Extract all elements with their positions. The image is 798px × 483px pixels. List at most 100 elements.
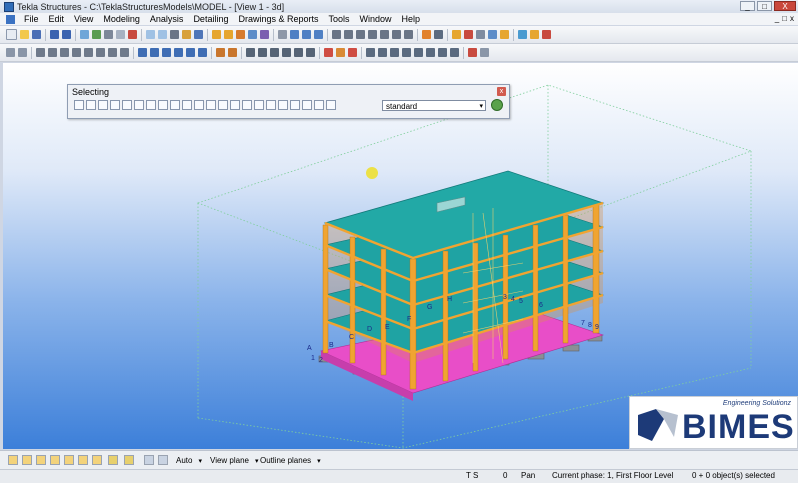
select-components-icon[interactable] [86, 100, 96, 110]
doc-close-button[interactable]: x [790, 14, 794, 23]
rotate-icon[interactable] [290, 30, 299, 39]
properties-icon[interactable] [104, 30, 113, 39]
menu-drawings-reports[interactable]: Drawings & Reports [233, 14, 323, 24]
numbering-icon[interactable] [212, 30, 221, 39]
snap-reference-icon[interactable] [158, 455, 168, 465]
print-icon[interactable] [80, 30, 89, 39]
construction-circle-icon[interactable] [450, 48, 459, 57]
phase-icon[interactable] [476, 30, 485, 39]
pour-object-icon[interactable] [426, 48, 435, 57]
menu-window[interactable]: Window [355, 14, 397, 24]
selection-filter-dropdown[interactable]: standard ▾ [382, 100, 486, 111]
plane-dropdown[interactable]: View plane ▾ [210, 455, 259, 466]
select-pour-icon[interactable] [242, 100, 252, 110]
select-views-icon[interactable] [182, 100, 192, 110]
view-list-icon[interactable] [158, 30, 167, 39]
grid-icon[interactable] [332, 30, 341, 39]
beam-icon[interactable] [434, 30, 443, 39]
view-icon[interactable] [146, 30, 155, 39]
construction-line-icon[interactable] [438, 48, 447, 57]
weld-polygon-icon[interactable] [414, 48, 423, 57]
report-icon[interactable] [236, 30, 245, 39]
cut-part-icon[interactable] [246, 48, 255, 57]
orthogonal-beam-icon[interactable] [174, 48, 183, 57]
snap-any-icon[interactable] [124, 455, 134, 465]
menu-view[interactable]: View [69, 14, 98, 24]
close-button[interactable]: X [774, 1, 796, 11]
select-loads-icon[interactable] [254, 100, 264, 110]
select-assembly-icon[interactable] [290, 100, 300, 110]
select-icon[interactable] [278, 30, 287, 39]
tools-icon[interactable] [542, 30, 551, 39]
select-switch-icon[interactable] [8, 455, 18, 465]
outline-dropdown[interactable]: Outline planes ▾ [260, 455, 321, 466]
fitting-icon[interactable] [228, 48, 237, 57]
clash-check-icon[interactable] [248, 30, 257, 39]
select-component-objects-icon[interactable] [314, 100, 324, 110]
steel-column-icon[interactable] [138, 48, 147, 57]
paste-icon[interactable] [182, 30, 191, 39]
copy-icon[interactable] [116, 30, 125, 39]
menu-detailing[interactable]: Detailing [188, 14, 233, 24]
delete-icon[interactable] [128, 30, 137, 39]
minimize-button[interactable]: _ [740, 1, 755, 11]
panel-icon[interactable] [96, 48, 105, 57]
select-filter-icon[interactable] [326, 100, 336, 110]
contour-plate-icon[interactable] [120, 48, 129, 57]
select-cuts-icon[interactable] [170, 100, 180, 110]
plane-icon[interactable] [380, 30, 389, 39]
polygon-cut-icon[interactable] [270, 48, 279, 57]
axis-icon[interactable] [344, 30, 353, 39]
create-line-icon[interactable] [18, 48, 27, 57]
snap-perpendicular-icon[interactable] [78, 455, 88, 465]
select-planes-icon[interactable] [158, 100, 168, 110]
concrete-beam-icon[interactable] [72, 48, 81, 57]
snapshot-icon[interactable] [92, 30, 101, 39]
snap-mid-icon[interactable] [50, 455, 60, 465]
drawing-list-icon[interactable] [224, 30, 233, 39]
polybeam-icon[interactable] [84, 48, 93, 57]
bar-group-icon[interactable] [336, 48, 345, 57]
pan-icon[interactable] [302, 30, 311, 39]
open-model-icon[interactable] [20, 30, 29, 39]
menu-file[interactable]: File [19, 14, 44, 24]
chamfer-icon[interactable] [282, 48, 291, 57]
template-icon[interactable] [260, 30, 269, 39]
snap-geometry-icon[interactable] [144, 455, 154, 465]
line-icon[interactable] [368, 30, 377, 39]
undo-icon[interactable] [50, 30, 59, 39]
select-surface-icon[interactable] [110, 100, 120, 110]
snap-intersection-icon[interactable] [64, 455, 74, 465]
select-gridlines-icon[interactable] [146, 100, 156, 110]
menu-modeling[interactable]: Modeling [98, 14, 145, 24]
curved-beam-icon[interactable] [186, 48, 195, 57]
catalog-icon[interactable] [530, 30, 539, 39]
filter-settings-icon[interactable] [491, 99, 503, 111]
select-construction-icon[interactable] [266, 100, 276, 110]
concrete-column-icon[interactable] [60, 48, 69, 57]
menu-tools[interactable]: Tools [324, 14, 355, 24]
menu-edit[interactable]: Edit [44, 14, 70, 24]
save-icon[interactable] [32, 30, 41, 39]
column-icon[interactable] [422, 30, 431, 39]
select-object-icon[interactable] [278, 100, 288, 110]
new-model-icon[interactable] [6, 29, 17, 40]
twin-profile-icon[interactable] [162, 48, 171, 57]
surface-treatment-icon[interactable] [390, 48, 399, 57]
add-to-assembly-icon[interactable] [294, 48, 303, 57]
cut-icon[interactable] [170, 30, 179, 39]
render-icon[interactable] [314, 30, 323, 39]
point-icon[interactable] [356, 30, 365, 39]
edge-chamfer-icon[interactable] [402, 48, 411, 57]
select-points-icon[interactable] [122, 100, 132, 110]
menu-analysis[interactable]: Analysis [145, 14, 189, 24]
mesh-icon[interactable] [348, 48, 357, 57]
combine-icon[interactable] [378, 48, 387, 57]
bolt-icon[interactable] [216, 48, 225, 57]
snap-depth-dropdown[interactable]: Auto ▾ [176, 455, 202, 466]
select-nested-icon[interactable] [302, 100, 312, 110]
measure-icon[interactable] [404, 30, 413, 39]
select-all-icon[interactable] [74, 100, 84, 110]
snap-line-icon[interactable] [92, 455, 102, 465]
select-parts-icon[interactable] [98, 100, 108, 110]
